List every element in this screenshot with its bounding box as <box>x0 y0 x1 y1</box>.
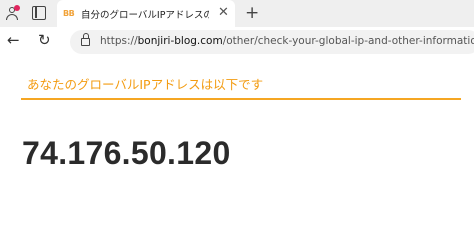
site-favicon-icon: BB <box>63 9 75 18</box>
url-prefix: https:// <box>100 35 138 47</box>
url-domain: bonjiri-blog.com <box>137 35 223 47</box>
tab-active[interactable]: BB 自分のグローバルIPアドレスの確認 ✕ <box>57 0 235 27</box>
profile-icon[interactable] <box>5 5 20 20</box>
heading-underline <box>21 98 461 100</box>
notification-dot <box>14 5 20 11</box>
tab-close-icon[interactable]: ✕ <box>218 6 229 20</box>
page-heading: あなたのグローバルIPアドレスは以下です <box>27 77 264 92</box>
address-bar[interactable]: https://bonjiri-blog.com/other/check-you… <box>70 30 474 54</box>
url-path: /other/check-your-global-ip-and-other-in… <box>222 35 474 47</box>
toolbar: ← ↻ https://bonjiri-blog.com/other/check… <box>0 27 474 57</box>
tab-strip: BB 自分のグローバルIPアドレスの確認 ✕ + <box>0 0 474 27</box>
reload-icon[interactable]: ↻ <box>38 31 51 49</box>
tab-actions-icon[interactable] <box>32 6 46 20</box>
lock-icon[interactable] <box>81 33 90 46</box>
ip-address: 74.176.50.120 <box>22 135 231 171</box>
page-content: あなたのグローバルIPアドレスは以下です 74.176.50.120 <box>0 57 474 205</box>
back-icon[interactable]: ← <box>7 31 20 49</box>
url-text[interactable]: https://bonjiri-blog.com/other/check-you… <box>100 35 474 47</box>
new-tab-button[interactable]: + <box>245 3 259 23</box>
tab-title: 自分のグローバルIPアドレスの確認 <box>81 10 209 21</box>
